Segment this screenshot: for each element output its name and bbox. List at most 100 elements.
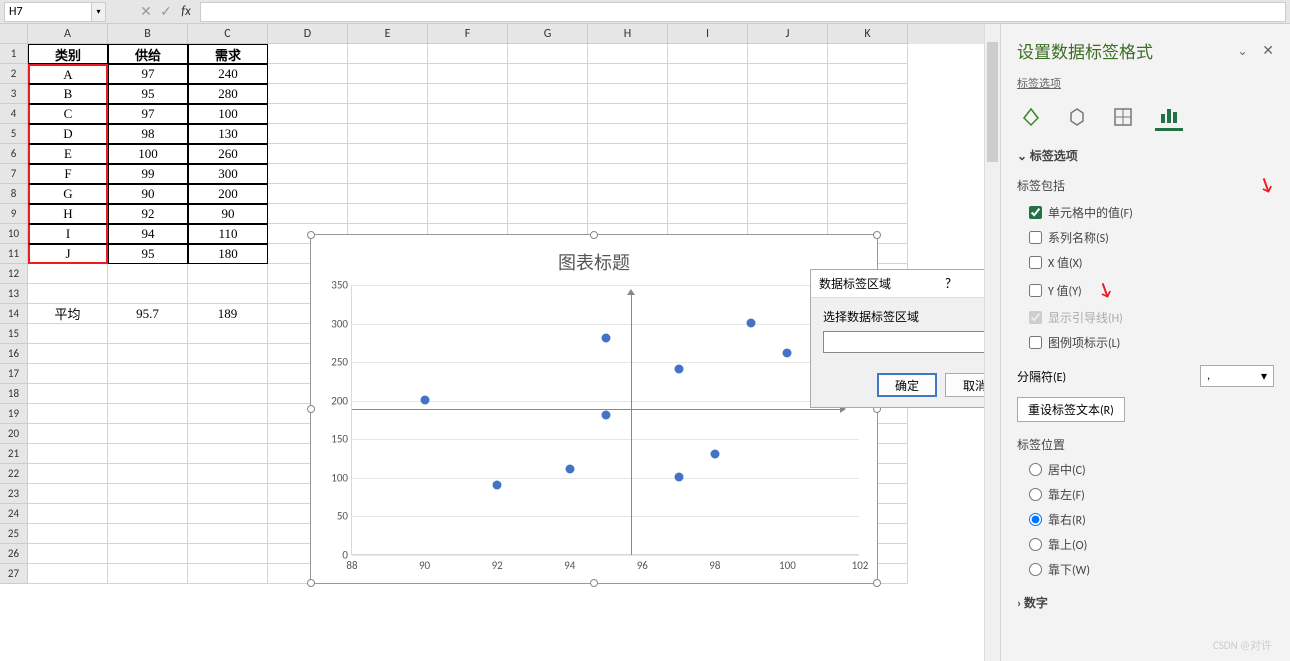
cell[interactable] xyxy=(348,144,428,164)
section-number[interactable]: › 数字 xyxy=(1017,594,1274,611)
cell[interactable] xyxy=(428,64,508,84)
fx-icon[interactable]: fx xyxy=(176,2,196,22)
row-header[interactable]: 12 xyxy=(0,264,28,284)
data-point[interactable] xyxy=(602,334,611,343)
cell[interactable] xyxy=(668,64,748,84)
cell[interactable] xyxy=(108,264,188,284)
chart-title[interactable]: 图表标题 xyxy=(311,235,877,275)
radio-left[interactable]: 靠左(F) xyxy=(1017,486,1274,503)
cell[interactable] xyxy=(508,104,588,124)
cell[interactable] xyxy=(108,324,188,344)
row-header[interactable]: 2 xyxy=(0,64,28,84)
cell[interactable]: 90 xyxy=(108,184,188,204)
cell[interactable]: 100 xyxy=(188,104,268,124)
cell[interactable] xyxy=(588,104,668,124)
cell[interactable]: 90 xyxy=(188,204,268,224)
cell[interactable] xyxy=(828,204,908,224)
cell[interactable] xyxy=(268,84,348,104)
cell[interactable] xyxy=(108,444,188,464)
cell[interactable] xyxy=(348,184,428,204)
cell[interactable] xyxy=(108,404,188,424)
cell[interactable] xyxy=(108,524,188,544)
select-all-corner[interactable] xyxy=(0,24,28,44)
cell[interactable] xyxy=(188,364,268,384)
column-header[interactable]: A xyxy=(28,24,108,44)
data-point[interactable] xyxy=(710,449,719,458)
cell[interactable] xyxy=(588,204,668,224)
cell[interactable] xyxy=(588,144,668,164)
cell[interactable] xyxy=(748,204,828,224)
cell[interactable] xyxy=(588,84,668,104)
cell[interactable] xyxy=(668,144,748,164)
cell[interactable] xyxy=(428,184,508,204)
row-header[interactable]: 27 xyxy=(0,564,28,584)
cell[interactable] xyxy=(508,164,588,184)
cell[interactable] xyxy=(268,64,348,84)
formula-input[interactable] xyxy=(200,2,1286,22)
cell[interactable]: 供给 xyxy=(108,44,188,64)
cell[interactable] xyxy=(668,44,748,64)
cell[interactable] xyxy=(28,544,108,564)
cell[interactable]: 95 xyxy=(108,84,188,104)
cell[interactable] xyxy=(28,364,108,384)
cell[interactable] xyxy=(428,144,508,164)
row-header[interactable]: 7 xyxy=(0,164,28,184)
cell[interactable] xyxy=(28,284,108,304)
cell[interactable] xyxy=(428,104,508,124)
row-header[interactable]: 19 xyxy=(0,404,28,424)
cell[interactable] xyxy=(428,44,508,64)
cell[interactable] xyxy=(748,164,828,184)
row-header[interactable]: 3 xyxy=(0,84,28,104)
cell[interactable] xyxy=(748,144,828,164)
row-header[interactable]: 11 xyxy=(0,244,28,264)
check-legend-key[interactable]: 图例项标示(L) xyxy=(1017,334,1274,351)
cell[interactable] xyxy=(668,204,748,224)
cell[interactable]: 98 xyxy=(108,124,188,144)
data-point[interactable] xyxy=(674,472,683,481)
cell[interactable] xyxy=(188,344,268,364)
cell[interactable]: 130 xyxy=(188,124,268,144)
cell[interactable] xyxy=(188,324,268,344)
cell[interactable] xyxy=(28,524,108,544)
cell[interactable] xyxy=(428,204,508,224)
radio-above[interactable]: 靠上(O) xyxy=(1017,536,1274,553)
cell[interactable] xyxy=(268,104,348,124)
cell[interactable] xyxy=(268,44,348,64)
cell[interactable] xyxy=(748,44,828,64)
cell[interactable] xyxy=(108,344,188,364)
dialog-help-icon[interactable]: ? xyxy=(931,275,965,292)
cell[interactable] xyxy=(28,564,108,584)
cell[interactable] xyxy=(828,44,908,64)
cell[interactable] xyxy=(108,384,188,404)
cell[interactable] xyxy=(828,164,908,184)
cell[interactable] xyxy=(28,444,108,464)
cell[interactable]: B xyxy=(28,84,108,104)
cell[interactable]: 260 xyxy=(188,144,268,164)
section-label-options[interactable]: ⌄ 标签选项 xyxy=(1017,147,1274,164)
cell[interactable] xyxy=(508,184,588,204)
cell[interactable] xyxy=(588,64,668,84)
cell[interactable] xyxy=(748,64,828,84)
cell[interactable] xyxy=(188,564,268,584)
cell[interactable]: 92 xyxy=(108,204,188,224)
cell[interactable] xyxy=(188,484,268,504)
cell[interactable] xyxy=(28,264,108,284)
cell[interactable] xyxy=(108,464,188,484)
row-header[interactable]: 25 xyxy=(0,524,28,544)
row-header[interactable]: 24 xyxy=(0,504,28,524)
cell[interactable] xyxy=(668,104,748,124)
cell[interactable] xyxy=(28,384,108,404)
data-point[interactable] xyxy=(565,465,574,474)
cell[interactable]: 97 xyxy=(108,64,188,84)
check-x-value[interactable]: X 值(X) xyxy=(1017,254,1274,271)
cell[interactable] xyxy=(348,84,428,104)
row-header[interactable]: 22 xyxy=(0,464,28,484)
column-header[interactable]: E xyxy=(348,24,428,44)
pane-subtitle[interactable]: 标签选项 xyxy=(1017,75,1274,91)
separator-dropdown[interactable]: ,▾ xyxy=(1200,365,1274,387)
cell[interactable] xyxy=(348,44,428,64)
row-header[interactable]: 8 xyxy=(0,184,28,204)
cell[interactable] xyxy=(108,544,188,564)
column-header[interactable]: G xyxy=(508,24,588,44)
cell[interactable] xyxy=(188,444,268,464)
